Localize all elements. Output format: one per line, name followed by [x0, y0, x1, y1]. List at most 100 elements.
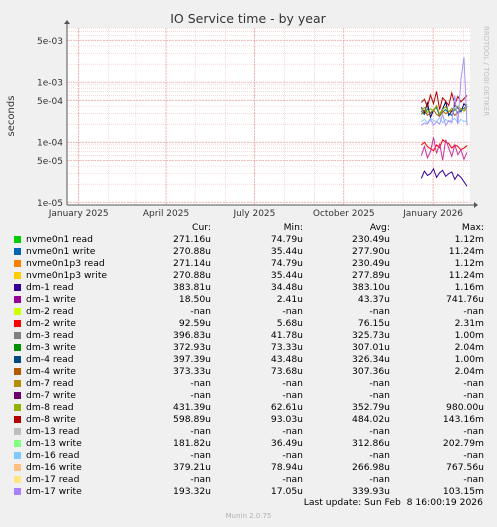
legend-row: dm-16 read -nan -nan -nan -nan — [0, 450, 497, 462]
legend-min: 5.68u — [276, 318, 303, 329]
legend-swatch — [14, 476, 21, 483]
y-axis-label: seconds — [6, 96, 17, 137]
legend-max: -nan — [463, 474, 484, 485]
legend-max: -nan — [463, 306, 484, 317]
legend-name: dm-8 read — [26, 402, 74, 413]
legend-swatch — [14, 380, 21, 387]
legend-cur: 193.32u — [173, 486, 211, 497]
legend-min: 17.05u — [270, 486, 303, 497]
legend-max: -nan — [463, 426, 484, 437]
legend-row: dm-3 read 396.83u 41.78u 325.73u 1.00m — [0, 330, 497, 342]
legend-name: dm-1 read — [26, 282, 74, 293]
legend-min: -nan — [282, 474, 303, 485]
legend-max: 2.31m — [454, 318, 484, 329]
legend-row: dm-7 read -nan -nan -nan -nan — [0, 378, 497, 390]
legend-swatch — [14, 488, 21, 495]
legend-max: 11.24m — [448, 246, 484, 257]
legend-min: -nan — [282, 390, 303, 401]
legend-avg: 325.73u — [352, 330, 390, 341]
legend-swatch — [14, 284, 21, 291]
legend-min: 2.41u — [276, 294, 303, 305]
legend-name: dm-16 read — [26, 450, 80, 461]
legend-swatch — [14, 308, 21, 315]
legend-row: dm-1 write 18.50u 2.41u 43.37u 741.76u — [0, 294, 497, 306]
legend-row: dm-4 read 397.39u 43.48u 326.34u 1.00m — [0, 354, 497, 366]
legend-name: dm-8 write — [26, 414, 76, 425]
legend-avg: 484.02u — [352, 414, 390, 425]
legend-avg: -nan — [369, 390, 390, 401]
legend-max: 11.24m — [448, 270, 484, 281]
legend-name: dm-7 read — [26, 378, 74, 389]
legend-row: dm-1 read 383.81u 34.48u 383.10u 1.16m — [0, 282, 497, 294]
legend-avg: -nan — [369, 306, 390, 317]
legend-row: nvme0n1p3 write 270.88u 35.44u 277.89u 11.24… — [0, 270, 497, 282]
legend-max: 2.04m — [454, 342, 484, 353]
legend-name: dm-3 read — [26, 330, 74, 341]
legend-avg: -nan — [369, 378, 390, 389]
legend-cur: 92.59u — [178, 318, 211, 329]
legend-name: dm-16 write — [26, 462, 82, 473]
legend-name: nvme0n1 write — [26, 246, 96, 257]
legend-row: dm-3 write 372.93u 73.33u 307.01u 2.04m — [0, 342, 497, 354]
legend-avg: 352.79u — [352, 402, 390, 413]
legend-max: 1.12m — [454, 258, 484, 269]
legend-min: -nan — [282, 306, 303, 317]
legend-row: dm-17 read -nan -nan -nan -nan — [0, 474, 497, 486]
legend-name: dm-17 write — [26, 486, 82, 497]
legend-name: dm-2 write — [26, 318, 76, 329]
legend-cur: 397.39u — [173, 354, 211, 365]
legend-swatch — [14, 320, 21, 327]
legend-swatch — [14, 356, 21, 363]
legend-cur: 372.93u — [173, 342, 211, 353]
legend-avg: 326.34u — [352, 354, 390, 365]
legend-cur: -nan — [190, 474, 211, 485]
legend-swatch — [14, 368, 21, 375]
legend-max: 767.56u — [446, 462, 484, 473]
legend-max: 1.12m — [454, 234, 484, 245]
legend-name: dm-17 read — [26, 474, 80, 485]
munin-version: Munin 2.0.75 — [225, 512, 272, 520]
legend-row: dm-13 write 181.82u 36.49u 312.86u 202.79m — [0, 438, 497, 450]
legend-row: nvme0n1 write 270.88u 35.44u 277.90u 11.24m — [0, 246, 497, 258]
legend-cur: -nan — [190, 306, 211, 317]
legend-min: 34.48u — [270, 282, 303, 293]
legend-cur: 270.88u — [173, 246, 211, 257]
legend-cur: 18.50u — [178, 294, 211, 305]
legend-max: 741.76u — [446, 294, 484, 305]
legend-cur: 270.88u — [173, 270, 211, 281]
legend-row: dm-2 write 92.59u 5.68u 76.15u 2.31m — [0, 318, 497, 330]
legend-min: -nan — [282, 450, 303, 461]
legend-min: 35.44u — [270, 246, 303, 257]
legend-row: dm-8 write 598.89u 93.03u 484.02u 143.16m — [0, 414, 497, 426]
legend-swatch — [14, 296, 21, 303]
legend-avg: 277.90u — [352, 246, 390, 257]
legend-name: dm-13 read — [26, 426, 80, 437]
legend-swatch — [14, 428, 21, 435]
legend-name: dm-4 read — [26, 354, 74, 365]
legend-header-avg: Avg: — [369, 222, 390, 233]
legend-min: 35.44u — [270, 270, 303, 281]
legend-avg: 312.86u — [352, 438, 390, 449]
legend-avg: -nan — [369, 474, 390, 485]
last-update: Last update: Sun Feb 8 16:00:19 2026 — [303, 497, 483, 508]
legend-max: -nan — [463, 390, 484, 401]
y-tick-label: 5e-05 — [37, 157, 63, 167]
x-tick-label: July 2025 — [232, 209, 275, 219]
legend-cur: 271.16u — [173, 234, 211, 245]
legend-max: 202.79m — [442, 438, 484, 449]
legend-swatch — [14, 236, 21, 243]
legend-swatch — [14, 344, 21, 351]
legend-avg: -nan — [369, 426, 390, 437]
legend-swatch — [14, 248, 21, 255]
legend-name: dm-4 write — [26, 366, 76, 377]
x-tick-label: January 2025 — [48, 209, 109, 219]
legend-max: 980.00u — [446, 402, 484, 413]
legend-header-cur: Cur: — [192, 222, 211, 233]
y-tick-label: 5e-04 — [37, 97, 63, 107]
rrdtool-watermark: RRDTOOL / TOBI OETIKER — [482, 26, 490, 116]
legend-min: 73.68u — [270, 366, 303, 377]
legend-min: 74.79u — [270, 234, 303, 245]
legend-cur: -nan — [190, 378, 211, 389]
legend-header-max: Max: — [461, 222, 484, 233]
legend-row: dm-4 write 373.33u 73.68u 307.36u 2.04m — [0, 366, 497, 378]
